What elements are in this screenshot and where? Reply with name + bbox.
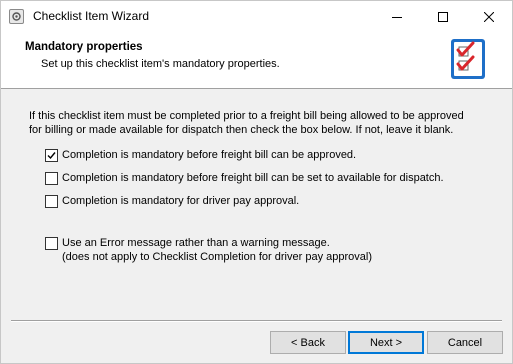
window-title: Checklist Item Wizard — [33, 9, 150, 23]
close-icon — [484, 11, 494, 22]
next-button[interactable]: Next > — [348, 331, 424, 354]
maximize-icon — [438, 11, 448, 22]
page-title: Mandatory properties — [25, 41, 143, 53]
checklist-icon — [451, 39, 485, 79]
wizard-window: Checklist Item Wizard Mandatory properti… — [0, 0, 513, 364]
mandatory-driver-pay-option[interactable]: Completion is mandatory for driver pay a… — [45, 194, 299, 208]
back-button[interactable]: < Back — [270, 331, 346, 354]
wizard-header: Mandatory properties Set up this checkli… — [1, 32, 512, 89]
app-icon — [9, 9, 24, 24]
mandatory-driver-pay-checkbox[interactable] — [45, 195, 58, 208]
error-message-option[interactable]: Use an Error message rather than a warni… — [45, 236, 372, 264]
cancel-button[interactable]: Cancel — [427, 331, 503, 354]
minimize-icon — [392, 16, 402, 18]
page-subtitle: Set up this checklist item's mandatory p… — [41, 58, 280, 70]
mandatory-dispatch-checkbox[interactable] — [45, 172, 58, 185]
intro-text: If this checklist item must be completed… — [29, 109, 489, 137]
close-button[interactable] — [466, 1, 512, 32]
minimize-button[interactable] — [374, 1, 420, 32]
maximize-button[interactable] — [420, 1, 466, 32]
mandatory-dispatch-label[interactable]: Completion is mandatory before freight b… — [62, 171, 444, 185]
footer-separator — [11, 320, 502, 322]
error-message-label[interactable]: Use an Error message rather than a warni… — [62, 236, 372, 264]
mandatory-dispatch-option[interactable]: Completion is mandatory before freight b… — [45, 171, 444, 185]
error-message-label-main: Use an Error message rather than a warni… — [62, 237, 330, 249]
intro-line-1: If this checklist item must be completed… — [29, 110, 464, 122]
mandatory-approval-label[interactable]: Completion is mandatory before freight b… — [62, 148, 356, 162]
mandatory-approval-option[interactable]: Completion is mandatory before freight b… — [45, 148, 356, 162]
error-message-checkbox[interactable] — [45, 237, 58, 250]
mandatory-driver-pay-label[interactable]: Completion is mandatory for driver pay a… — [62, 194, 299, 208]
checkmark-icon — [47, 152, 56, 160]
title-bar: Checklist Item Wizard — [1, 1, 512, 32]
mandatory-approval-checkbox[interactable] — [45, 149, 58, 162]
error-message-label-note: (does not apply to Checklist Completion … — [62, 251, 372, 263]
intro-line-2: for billing or made available for dispat… — [29, 124, 454, 136]
